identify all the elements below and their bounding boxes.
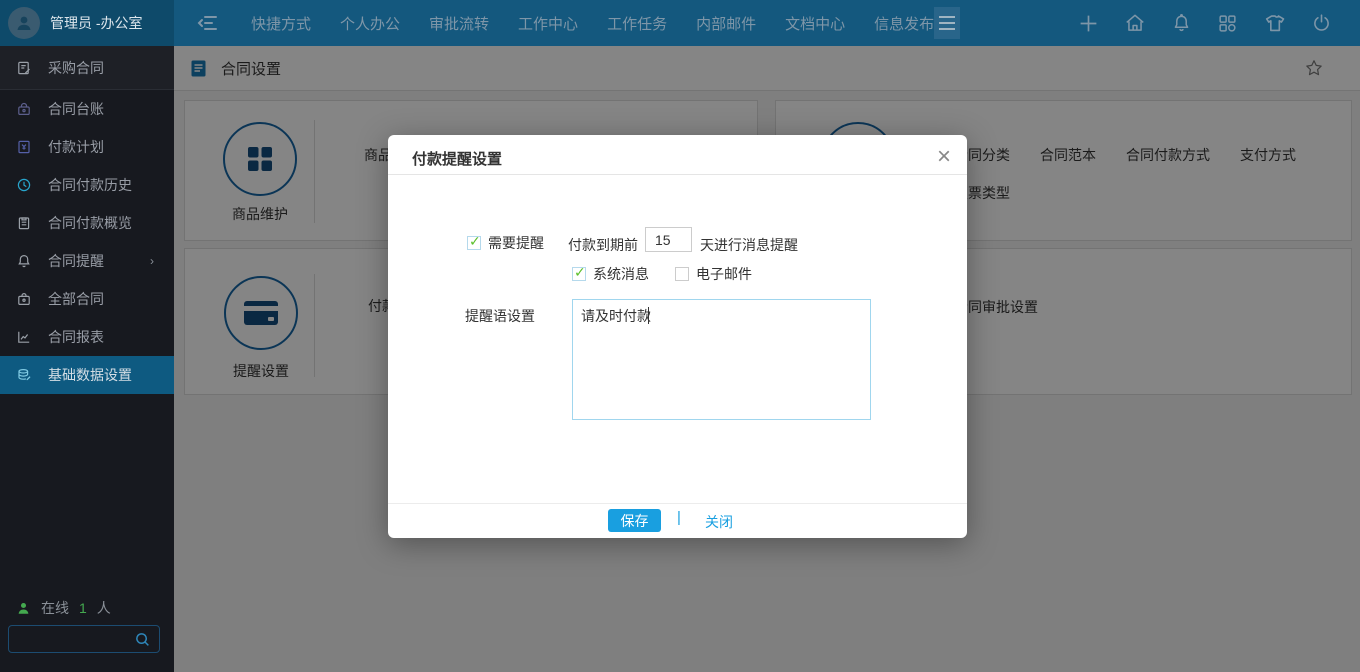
- chevron-right-icon: ›: [150, 254, 154, 268]
- search-input[interactable]: [9, 632, 134, 647]
- sidebar: 采购合同 合同台账 付款计划 合同付款历史 合同付款概览: [0, 46, 174, 672]
- save-button[interactable]: 保存: [608, 509, 661, 532]
- days-suffix-label: 天进行消息提醒: [700, 235, 798, 255]
- bag-icon: [16, 291, 32, 307]
- email-label: 电子邮件: [696, 264, 752, 284]
- online-status: 在线 1人: [16, 598, 111, 618]
- days-input[interactable]: [645, 227, 692, 252]
- sidebar-item-label: 合同付款概览: [48, 213, 132, 233]
- text-caret: [648, 307, 649, 324]
- reminder-text-area[interactable]: [572, 299, 871, 420]
- online-unit: 人: [97, 598, 111, 618]
- search-icon[interactable]: [134, 631, 151, 648]
- reminder-row: 需要提醒 付款到期前 天进行消息提醒: [388, 231, 967, 256]
- plus-icon[interactable]: [1078, 13, 1099, 34]
- email-checkbox[interactable]: [675, 267, 689, 281]
- system-message-field: 系统消息: [572, 264, 649, 284]
- sidebar-item-contract-reminder[interactable]: 合同提醒 ›: [0, 242, 174, 280]
- payment-plan-icon: [16, 139, 32, 155]
- nav-item-news[interactable]: 信息发布: [874, 13, 934, 34]
- sidebar-item-label: 合同报表: [48, 327, 104, 347]
- days-prefix-label: 付款到期前: [568, 235, 638, 255]
- need-reminder-label: 需要提醒: [488, 233, 544, 253]
- sidebar-item-payment-history[interactable]: 合同付款历史: [0, 166, 174, 204]
- bell-icon: [16, 253, 32, 269]
- sidebar-item-base-data-settings[interactable]: 基础数据设置: [0, 356, 174, 394]
- home-icon[interactable]: [1124, 12, 1146, 34]
- nav-item-personal[interactable]: 个人办公: [340, 13, 400, 34]
- sidebar-item-contract-reports[interactable]: 合同报表: [0, 318, 174, 356]
- theme-shirt-icon[interactable]: [1263, 12, 1286, 35]
- menu-fold-icon[interactable]: [196, 11, 220, 35]
- sidebar-item-label: 采购合同: [48, 58, 104, 78]
- power-icon[interactable]: [1311, 13, 1332, 34]
- app-window: 管理员 -办公室 快捷方式 个人办公 审批流转 工作中心 工作任务 内部邮件 文…: [0, 0, 1360, 672]
- sidebar-item-payment-overview[interactable]: 合同付款概览: [0, 204, 174, 242]
- reminder-text-label: 提醒语设置: [465, 306, 535, 326]
- main-nav: 快捷方式 个人办公 审批流转 工作中心 工作任务 内部邮件 文档中心 信息发布: [251, 13, 934, 34]
- close-icon[interactable]: ×: [937, 141, 951, 172]
- email-field: 电子邮件: [675, 264, 752, 284]
- person-icon: [16, 601, 31, 616]
- online-count: 1: [79, 600, 87, 616]
- user-area[interactable]: 管理员 -办公室: [0, 0, 174, 46]
- close-button[interactable]: 关闭: [705, 512, 733, 532]
- topbar: 管理员 -办公室 快捷方式 个人办公 审批流转 工作中心 工作任务 内部邮件 文…: [0, 0, 1360, 46]
- nav-item-approval[interactable]: 审批流转: [429, 13, 489, 34]
- apps-grid-icon[interactable]: [1217, 13, 1238, 34]
- nav-item-mail[interactable]: 内部邮件: [696, 13, 756, 34]
- sidebar-item-contract-ledger[interactable]: 合同台账: [0, 90, 174, 128]
- sidebar-item-label: 合同提醒: [48, 251, 104, 271]
- wallet-icon: [16, 101, 32, 117]
- chart-icon: [16, 329, 32, 345]
- system-message-checkbox[interactable]: [572, 267, 586, 281]
- nav-item-shortcuts[interactable]: 快捷方式: [251, 13, 311, 34]
- sidebar-item-payment-plan[interactable]: 付款计划: [0, 128, 174, 166]
- sidebar-search: [8, 625, 160, 653]
- clipboard-icon: [16, 215, 32, 231]
- clock-icon: [16, 177, 32, 193]
- need-reminder-checkbox[interactable]: [467, 236, 481, 250]
- user-name: 管理员 -办公室: [50, 13, 143, 33]
- nav-item-worktasks[interactable]: 工作任务: [607, 13, 667, 34]
- sidebar-item-label: 全部合同: [48, 289, 104, 309]
- sidebar-item-label: 基础数据设置: [48, 365, 132, 385]
- need-reminder-field: 需要提醒: [467, 233, 544, 253]
- nav-item-docs[interactable]: 文档中心: [785, 13, 845, 34]
- channel-row: 系统消息 电子邮件: [572, 264, 752, 284]
- contract-doc-icon: [16, 60, 32, 76]
- more-menu-button[interactable]: [934, 7, 960, 39]
- dialog-title: 付款提醒设置: [412, 148, 502, 169]
- sidebar-item-label: 合同台账: [48, 99, 104, 119]
- system-message-label: 系统消息: [593, 264, 649, 284]
- database-icon: [16, 367, 32, 383]
- sidebar-item-all-contracts[interactable]: 全部合同: [0, 280, 174, 318]
- sidebar-item-purchase-contract[interactable]: 采购合同: [0, 46, 174, 90]
- bell-icon[interactable]: [1171, 13, 1192, 34]
- topbar-icons: [1078, 12, 1332, 35]
- footer-divider: [388, 503, 967, 504]
- payment-reminder-dialog: 付款提醒设置 × 需要提醒 付款到期前 天进行消息提醒 系统消息 电子邮件 提醒…: [388, 135, 967, 538]
- avatar: [8, 7, 40, 39]
- online-label: 在线: [41, 598, 69, 618]
- dialog-divider: [388, 174, 967, 175]
- sidebar-item-label: 合同付款历史: [48, 175, 132, 195]
- button-separator: |: [677, 509, 681, 526]
- sidebar-item-label: 付款计划: [48, 137, 104, 157]
- nav-item-workcenter[interactable]: 工作中心: [518, 13, 578, 34]
